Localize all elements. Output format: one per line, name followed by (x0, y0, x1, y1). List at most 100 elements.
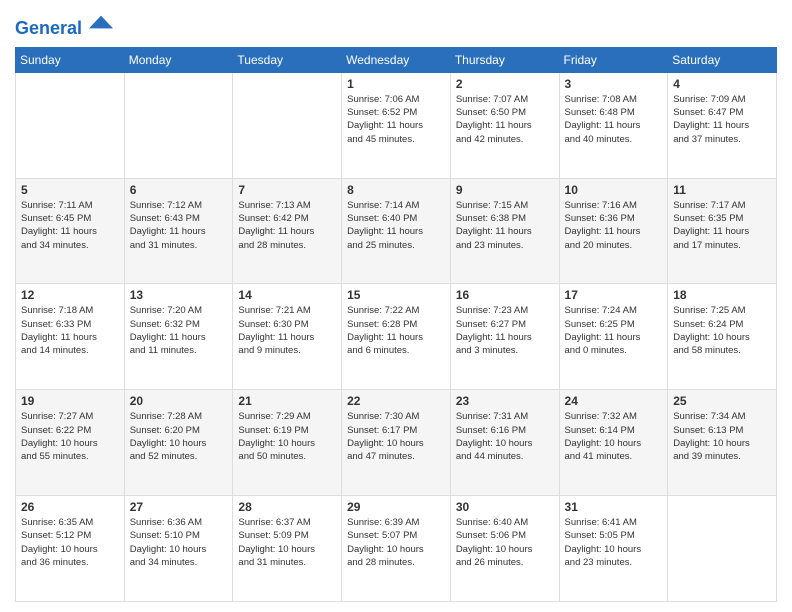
day-info: Sunrise: 7:17 AM Sunset: 6:35 PM Dayligh… (673, 199, 771, 252)
day-header-wednesday: Wednesday (342, 47, 451, 72)
day-header-sunday: Sunday (16, 47, 125, 72)
calendar-cell: 23Sunrise: 7:31 AM Sunset: 6:16 PM Dayli… (450, 390, 559, 496)
calendar-cell: 4 Sunrise: 7:09 AM Sunset: 6:47 PM Daylig… (668, 72, 777, 178)
day-number: 30 (456, 500, 554, 514)
day-info: Sunrise: 6:40 AM Sunset: 5:06 PM Dayligh… (456, 516, 554, 569)
day-number: 1 (347, 77, 445, 91)
day-info: Sunrise: 7:31 AM Sunset: 6:16 PM Dayligh… (456, 410, 554, 463)
calendar-cell: 5 Sunrise: 7:11 AM Sunset: 6:45 PM Daylig… (16, 178, 125, 284)
calendar-cell: 30 Sunrise: 6:40 AM Sunset: 5:06 PM Dayli… (450, 496, 559, 602)
day-number: 21 (238, 394, 336, 408)
day-number: 13 (130, 288, 228, 302)
day-info: Sunrise: 7:34 AM Sunset: 6:13 PM Dayligh… (673, 410, 771, 463)
day-number: 27 (130, 500, 228, 514)
day-info: Sunrise: 7:12 AM Sunset: 6:43 PM Dayligh… (130, 199, 228, 252)
day-number: 2 (456, 77, 554, 91)
day-info: Sunrise: 7:21 AM Sunset: 6:30 PM Dayligh… (238, 304, 336, 357)
day-number: 10 (565, 183, 663, 197)
calendar-table: SundayMondayTuesdayWednesdayThursdayFrid… (15, 47, 777, 602)
calendar-cell: 7 Sunrise: 7:13 AM Sunset: 6:42 PM Daylig… (233, 178, 342, 284)
day-number: 18 (673, 288, 771, 302)
day-info: Sunrise: 7:11 AM Sunset: 6:45 PM Dayligh… (21, 199, 119, 252)
day-info: Sunrise: 7:23 AM Sunset: 6:27 PM Dayligh… (456, 304, 554, 357)
day-info: Sunrise: 6:41 AM Sunset: 5:05 PM Dayligh… (565, 516, 663, 569)
logo-icon (89, 10, 113, 34)
day-info: Sunrise: 6:37 AM Sunset: 5:09 PM Dayligh… (238, 516, 336, 569)
day-info: Sunrise: 7:16 AM Sunset: 6:36 PM Dayligh… (565, 199, 663, 252)
logo: General (15, 10, 113, 39)
day-number: 20 (130, 394, 228, 408)
calendar-cell: 26 Sunrise: 6:35 AM Sunset: 5:12 PM Dayli… (16, 496, 125, 602)
calendar-cell: 11 Sunrise: 7:17 AM Sunset: 6:35 PM Dayli… (668, 178, 777, 284)
week-row: 26 Sunrise: 6:35 AM Sunset: 5:12 PM Dayli… (16, 496, 777, 602)
calendar-cell: 25 Sunrise: 7:34 AM Sunset: 6:13 PM Dayli… (668, 390, 777, 496)
day-info: Sunrise: 7:14 AM Sunset: 6:40 PM Dayligh… (347, 199, 445, 252)
day-number: 9 (456, 183, 554, 197)
day-info: Sunrise: 7:22 AM Sunset: 6:28 PM Dayligh… (347, 304, 445, 357)
day-number: 24 (565, 394, 663, 408)
week-row: 1 Sunrise: 7:06 AM Sunset: 6:52 PM Daylig… (16, 72, 777, 178)
day-header-thursday: Thursday (450, 47, 559, 72)
calendar-cell (16, 72, 125, 178)
calendar-cell: 13Sunrise: 7:20 AM Sunset: 6:32 PM Dayli… (124, 284, 233, 390)
day-info: Sunrise: 7:13 AM Sunset: 6:42 PM Dayligh… (238, 199, 336, 252)
day-info: Sunrise: 7:06 AM Sunset: 6:52 PM Dayligh… (347, 93, 445, 146)
day-info: Sunrise: 7:32 AM Sunset: 6:14 PM Dayligh… (565, 410, 663, 463)
day-number: 16 (456, 288, 554, 302)
calendar-cell: 6 Sunrise: 7:12 AM Sunset: 6:43 PM Daylig… (124, 178, 233, 284)
day-number: 19 (21, 394, 119, 408)
calendar-cell: 22Sunrise: 7:30 AM Sunset: 6:17 PM Dayli… (342, 390, 451, 496)
week-row: 5 Sunrise: 7:11 AM Sunset: 6:45 PM Daylig… (16, 178, 777, 284)
calendar-cell: 10 Sunrise: 7:16 AM Sunset: 6:36 PM Dayli… (559, 178, 668, 284)
day-info: Sunrise: 7:07 AM Sunset: 6:50 PM Dayligh… (456, 93, 554, 146)
day-number: 25 (673, 394, 771, 408)
day-info: Sunrise: 7:25 AM Sunset: 6:24 PM Dayligh… (673, 304, 771, 357)
day-info: Sunrise: 7:27 AM Sunset: 6:22 PM Dayligh… (21, 410, 119, 463)
calendar-cell: 15Sunrise: 7:22 AM Sunset: 6:28 PM Dayli… (342, 284, 451, 390)
week-row: 19 Sunrise: 7:27 AM Sunset: 6:22 PM Dayli… (16, 390, 777, 496)
day-info: Sunrise: 7:15 AM Sunset: 6:38 PM Dayligh… (456, 199, 554, 252)
day-number: 11 (673, 183, 771, 197)
day-info: Sunrise: 6:36 AM Sunset: 5:10 PM Dayligh… (130, 516, 228, 569)
calendar-cell (668, 496, 777, 602)
calendar-cell: 17 Sunrise: 7:24 AM Sunset: 6:25 PM Dayli… (559, 284, 668, 390)
day-number: 6 (130, 183, 228, 197)
calendar-cell: 14Sunrise: 7:21 AM Sunset: 6:30 PM Dayli… (233, 284, 342, 390)
day-number: 28 (238, 500, 336, 514)
calendar-cell: 21Sunrise: 7:29 AM Sunset: 6:19 PM Dayli… (233, 390, 342, 496)
calendar-cell: 8 Sunrise: 7:14 AM Sunset: 6:40 PM Daylig… (342, 178, 451, 284)
day-info: Sunrise: 6:39 AM Sunset: 5:07 PM Dayligh… (347, 516, 445, 569)
day-number: 12 (21, 288, 119, 302)
day-number: 17 (565, 288, 663, 302)
day-info: Sunrise: 7:08 AM Sunset: 6:48 PM Dayligh… (565, 93, 663, 146)
calendar-cell: 18 Sunrise: 7:25 AM Sunset: 6:24 PM Dayli… (668, 284, 777, 390)
calendar-cell: 28 Sunrise: 6:37 AM Sunset: 5:09 PM Dayli… (233, 496, 342, 602)
calendar-cell: 27 Sunrise: 6:36 AM Sunset: 5:10 PM Dayli… (124, 496, 233, 602)
day-number: 4 (673, 77, 771, 91)
day-number: 5 (21, 183, 119, 197)
calendar-cell: 1 Sunrise: 7:06 AM Sunset: 6:52 PM Daylig… (342, 72, 451, 178)
day-number: 7 (238, 183, 336, 197)
calendar-cell: 20 Sunrise: 7:28 AM Sunset: 6:20 PM Dayli… (124, 390, 233, 496)
calendar-cell: 12 Sunrise: 7:18 AM Sunset: 6:33 PM Dayli… (16, 284, 125, 390)
calendar-cell: 2 Sunrise: 7:07 AM Sunset: 6:50 PM Daylig… (450, 72, 559, 178)
calendar-cell: 24 Sunrise: 7:32 AM Sunset: 6:14 PM Dayli… (559, 390, 668, 496)
day-header-friday: Friday (559, 47, 668, 72)
calendar-cell: 3 Sunrise: 7:08 AM Sunset: 6:48 PM Daylig… (559, 72, 668, 178)
logo-text: General (15, 10, 113, 39)
day-number: 26 (21, 500, 119, 514)
day-info: Sunrise: 7:09 AM Sunset: 6:47 PM Dayligh… (673, 93, 771, 146)
day-info: Sunrise: 7:18 AM Sunset: 6:33 PM Dayligh… (21, 304, 119, 357)
calendar-cell: 9 Sunrise: 7:15 AM Sunset: 6:38 PM Daylig… (450, 178, 559, 284)
day-number: 8 (347, 183, 445, 197)
day-info: Sunrise: 7:28 AM Sunset: 6:20 PM Dayligh… (130, 410, 228, 463)
day-info: Sunrise: 7:24 AM Sunset: 6:25 PM Dayligh… (565, 304, 663, 357)
calendar-cell: 29Sunrise: 6:39 AM Sunset: 5:07 PM Dayli… (342, 496, 451, 602)
day-header-saturday: Saturday (668, 47, 777, 72)
day-header-monday: Monday (124, 47, 233, 72)
day-info: Sunrise: 6:35 AM Sunset: 5:12 PM Dayligh… (21, 516, 119, 569)
day-info: Sunrise: 7:30 AM Sunset: 6:17 PM Dayligh… (347, 410, 445, 463)
calendar-cell (124, 72, 233, 178)
calendar-cell: 31Sunrise: 6:41 AM Sunset: 5:05 PM Dayli… (559, 496, 668, 602)
day-number: 3 (565, 77, 663, 91)
